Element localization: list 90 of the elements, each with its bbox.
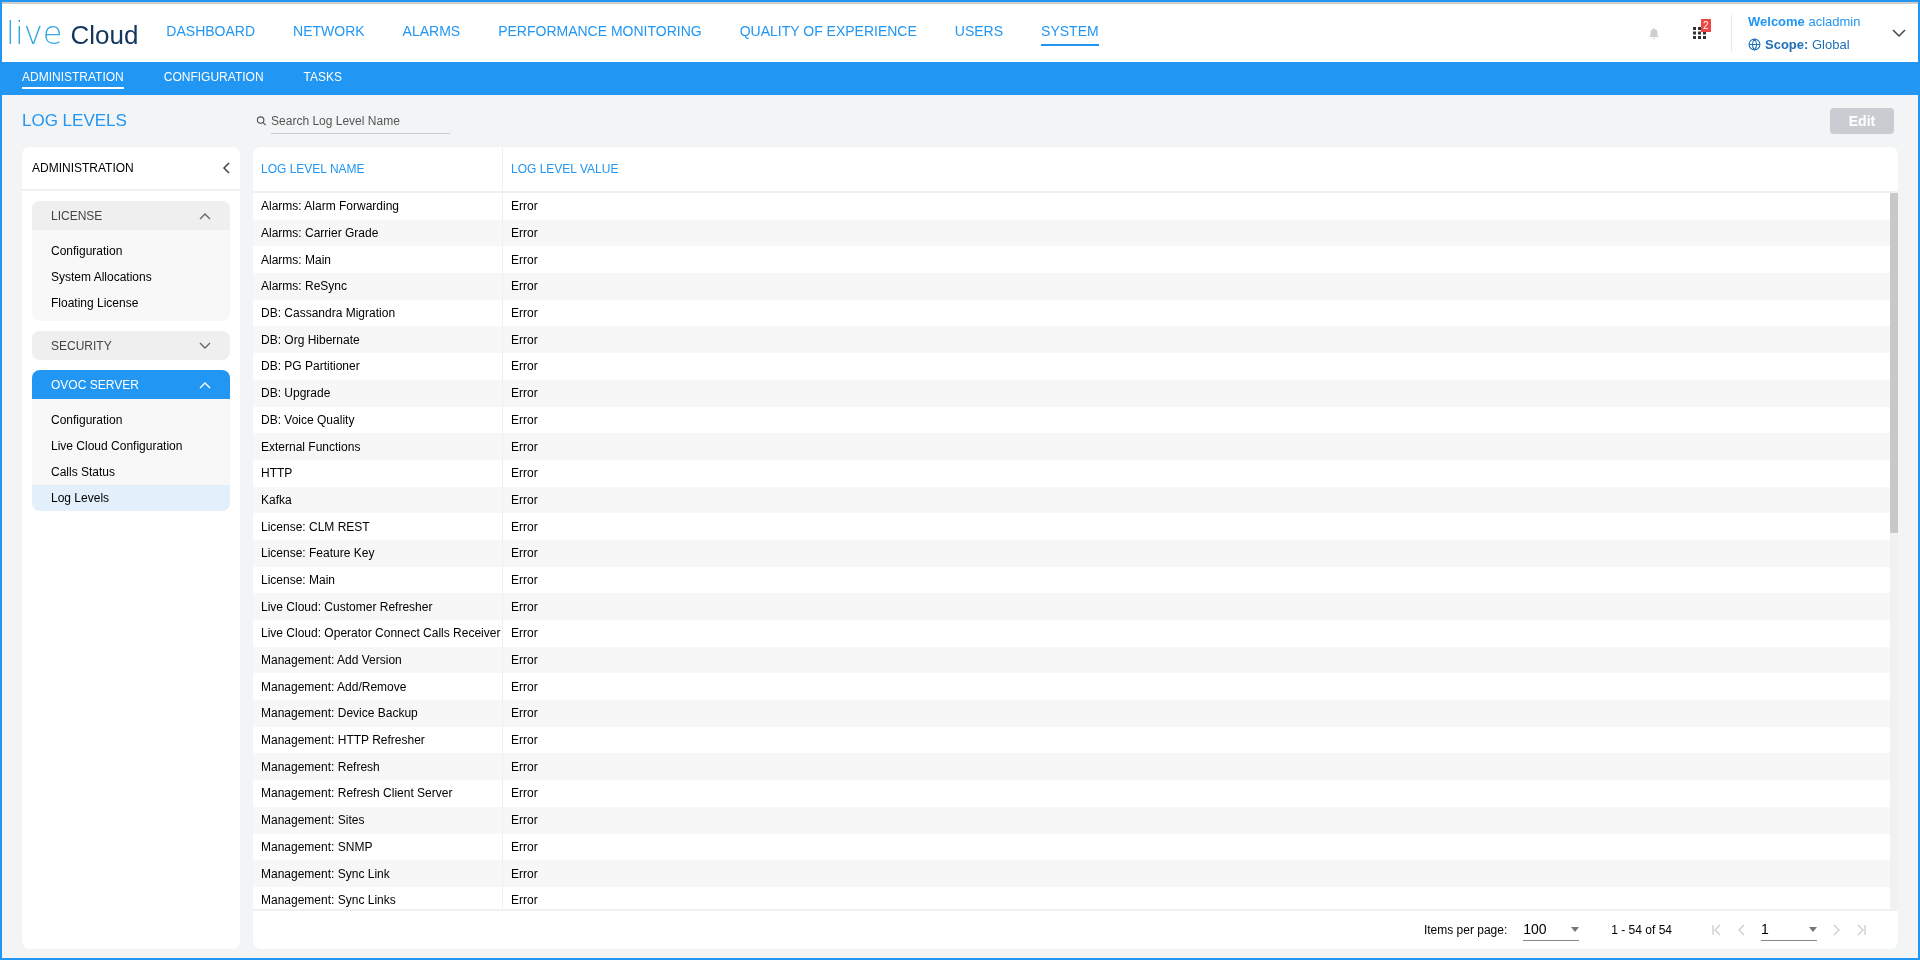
search-field[interactable]: Search Log Level Name: [271, 108, 450, 134]
accordion-header[interactable]: SECURITY: [32, 331, 230, 360]
scope-text: Scope: Global: [1765, 36, 1850, 54]
logo-text: Cloud: [70, 22, 139, 48]
table-cell-text: Error: [510, 518, 539, 536]
table-cell-text: Error: [510, 812, 539, 830]
sidebar-item[interactable]: System Allocations: [32, 264, 230, 290]
table-cell: Live Cloud: Operator Connect Calls Receiver: [253, 620, 503, 647]
nav-tab[interactable]: SYSTEM: [1041, 20, 1099, 46]
table-cell-text: Error: [510, 278, 539, 296]
table-cell-text: Error: [510, 331, 539, 349]
items-per-page-select[interactable]: 100: [1523, 919, 1580, 941]
table-cell-text: Error: [510, 198, 539, 216]
table-cell-text: Error: [510, 438, 539, 456]
table-cell-text: Error: [510, 625, 539, 643]
table-cell-text: Error: [510, 865, 539, 883]
page-select[interactable]: 1: [1761, 919, 1817, 941]
nav-tab[interactable]: QUALITY OF EXPERIENCE: [739, 20, 917, 46]
nav-tab[interactable]: NETWORK: [293, 20, 365, 46]
table-cell-text: Error: [510, 705, 539, 723]
notification-badge: 2: [1701, 19, 1711, 32]
table-cell: Management: Sync Links: [253, 886, 503, 909]
first-page-icon[interactable]: [1712, 924, 1722, 936]
table-cell-text: Error: [510, 892, 539, 909]
table-cell-text: Error: [510, 785, 539, 803]
sidebar-item[interactable]: Configuration: [32, 238, 230, 264]
sidebar-item[interactable]: Calls Status: [32, 459, 230, 485]
table-cell: License: CLM REST: [253, 513, 503, 540]
logo-text: live: [6, 17, 63, 49]
table-cell-text: Error: [510, 838, 539, 856]
sidebar-item[interactable]: Configuration: [32, 407, 230, 433]
chevron-down-icon[interactable]: [1892, 28, 1906, 38]
sidebar-item[interactable]: Log Levels: [32, 485, 230, 511]
accordion-header[interactable]: OVOC SERVER: [32, 370, 230, 399]
table-cell: Alarms: ReSync: [253, 273, 503, 300]
table-cell-text: Error: [510, 225, 539, 243]
scrollbar[interactable]: [1890, 193, 1898, 909]
sub-nav-tab[interactable]: TASKS: [303, 68, 343, 89]
table-cell-text: Error: [510, 411, 539, 429]
table-cell-text: Error: [510, 652, 539, 670]
table-cell: Management: Refresh Client Server: [253, 780, 503, 807]
table-cell-text: Error: [510, 758, 539, 776]
bell-icon[interactable]: [1647, 26, 1661, 40]
table-cell-text: Error: [510, 545, 539, 563]
chevron-down-icon: [199, 341, 211, 350]
previous-page-icon[interactable]: [1738, 924, 1745, 936]
welcome-text: Welcome acladmin: [1748, 12, 1862, 31]
chevron-up-icon: [199, 211, 211, 220]
table-cell: Alarms: Alarm Forwarding: [253, 193, 503, 220]
table-cell: Management: Sync Link: [253, 860, 503, 887]
column-header[interactable]: LOG LEVEL VALUE: [503, 147, 1898, 191]
sidebar-title: ADMINISTRATION: [32, 160, 134, 177]
table-cell: Management: Device Backup: [253, 700, 503, 727]
nav-tab[interactable]: DASHBOARD: [166, 20, 256, 46]
dropdown-arrow-icon: [1809, 927, 1817, 932]
table-cell: HTTP: [253, 459, 503, 487]
table-cell-text: Error: [510, 598, 539, 616]
search-icon: [256, 115, 268, 127]
table-cell: DB: PG Partitioner: [253, 353, 503, 380]
table-cell-text: Error: [510, 465, 539, 483]
table-cell-text: Error: [510, 358, 539, 376]
table-cell-text: Error: [510, 385, 539, 403]
dropdown-arrow-icon: [1571, 927, 1580, 932]
accordion-header[interactable]: LICENSE: [32, 201, 230, 230]
table-cell-text: Error: [510, 732, 539, 750]
items-per-page-label: Items per page:: [1423, 922, 1508, 939]
table-cell-text: Error: [510, 251, 539, 269]
table-cell: External Functions: [253, 433, 503, 460]
globe-icon: [1748, 38, 1761, 52]
table-cell: License: Feature Key: [253, 539, 503, 567]
table-cell-text: Error: [510, 305, 539, 323]
page-range: 1 - 54 of 54: [1611, 922, 1672, 939]
next-page-icon[interactable]: [1833, 924, 1840, 936]
collapse-icon[interactable]: [222, 162, 230, 174]
sub-nav-tab[interactable]: CONFIGURATION: [163, 68, 264, 89]
table-cell: Management: Sites: [253, 806, 503, 834]
table-cell-text: Error: [510, 571, 539, 589]
sidebar-item[interactable]: Floating License: [32, 290, 230, 316]
table-cell-text: Error: [510, 491, 539, 509]
table-cell: DB: Upgrade: [253, 379, 503, 407]
nav-tab[interactable]: PERFORMANCE MONITORING: [498, 20, 702, 46]
sub-nav-tab[interactable]: ADMINISTRATION: [22, 68, 124, 89]
nav-tab[interactable]: USERS: [954, 20, 1004, 46]
nav-tab[interactable]: ALARMS: [402, 20, 461, 46]
column-header[interactable]: LOG LEVEL NAME: [253, 147, 503, 191]
page-title: LOG LEVELS: [22, 110, 128, 133]
sidebar-item[interactable]: Live Cloud Configuration: [32, 433, 230, 459]
last-page-icon[interactable]: [1856, 924, 1866, 936]
table-cell-text: Error: [510, 678, 539, 696]
chevron-up-icon: [199, 380, 211, 389]
